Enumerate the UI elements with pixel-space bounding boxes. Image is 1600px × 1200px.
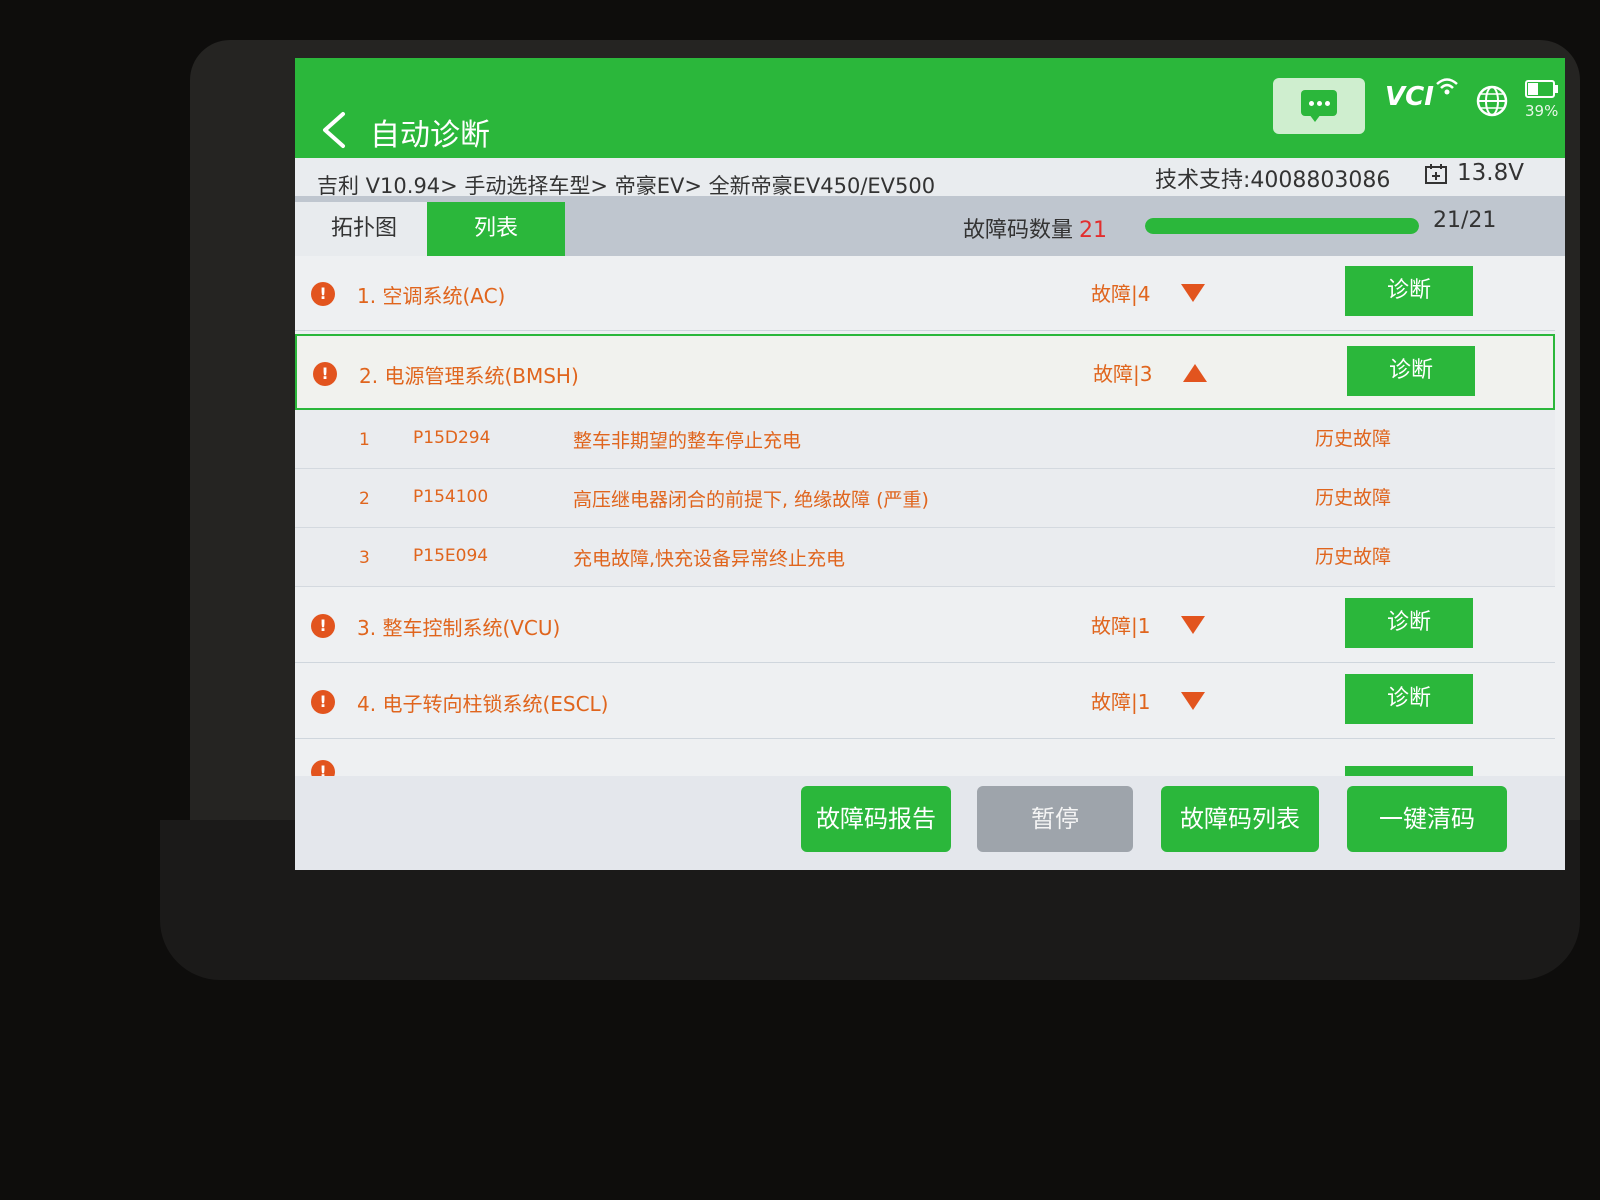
- system-row-bmsh[interactable]: ! 2. 电源管理系统(BMSH) 故障|3 诊断: [295, 334, 1555, 410]
- voltage-readout: 13.8V: [1457, 160, 1524, 186]
- system-name: 1. 空调系统(AC): [357, 284, 506, 308]
- diagnose-button-partial[interactable]: [1345, 766, 1473, 776]
- battery-percentage: 39%: [1525, 102, 1559, 120]
- expand-arrow-icon[interactable]: [1181, 282, 1205, 304]
- alert-icon: !: [311, 614, 335, 638]
- collapse-arrow-icon[interactable]: [1183, 362, 1207, 384]
- fault-count: 故障|4: [1091, 282, 1151, 306]
- system-row-ac[interactable]: ! 1. 空调系统(AC) 故障|4 诊断: [295, 256, 1555, 331]
- dtc-count-value: 21: [1079, 218, 1108, 243]
- system-row-partial[interactable]: !: [295, 740, 1555, 776]
- alert-icon: !: [311, 690, 335, 714]
- diagnose-button[interactable]: 诊断: [1347, 346, 1475, 396]
- dtc-row: 3 P15E094 充电故障,快充设备异常终止充电 历史故障: [295, 528, 1555, 587]
- alert-icon: !: [311, 282, 335, 306]
- dtc-count-label: 故障码数量: [963, 218, 1074, 243]
- dtc-row: 2 P154100 高压继电器闭合的前提下, 绝缘故障 (严重) 历史故障: [295, 469, 1555, 528]
- clear-codes-button[interactable]: 一键清码: [1347, 786, 1507, 852]
- dtc-list-button[interactable]: 故障码列表: [1161, 786, 1319, 852]
- system-name: 3. 整车控制系统(VCU): [357, 616, 561, 640]
- system-name: 4. 电子转向柱锁系统(ESCL): [357, 692, 609, 716]
- dtc-count: 故障码数量 21: [963, 212, 1107, 244]
- system-name: 2. 电源管理系统(BMSH): [359, 364, 579, 388]
- dtc-report-button[interactable]: 故障码报告: [801, 786, 951, 852]
- dtc-description: 高压继电器闭合的前提下, 绝缘故障 (严重): [573, 489, 929, 511]
- diagnose-button[interactable]: 诊断: [1345, 674, 1473, 724]
- vci-label: VCI: [1385, 82, 1434, 112]
- dtc-code: P15D294: [413, 428, 491, 448]
- diagnose-button[interactable]: 诊断: [1345, 598, 1473, 648]
- dtc-index: 2: [359, 489, 370, 509]
- system-row-escl[interactable]: ! 4. 电子转向柱锁系统(ESCL) 故障|1 诊断: [295, 664, 1555, 739]
- info-row: 吉利 V10.94> 手动选择车型> 帝豪EV> 全新帝豪EV450/EV500…: [295, 158, 1565, 198]
- fault-count: 故障|1: [1091, 614, 1151, 638]
- calendar-icon: [1425, 164, 1447, 184]
- expand-arrow-icon[interactable]: [1181, 690, 1205, 712]
- system-row-vcu[interactable]: ! 3. 整车控制系统(VCU) 故障|1 诊断: [295, 588, 1555, 663]
- battery-icon: [1525, 80, 1558, 98]
- wifi-icon: [1436, 78, 1458, 95]
- scan-progress-text: 21/21: [1433, 208, 1497, 233]
- fault-count: 故障|1: [1091, 690, 1151, 714]
- pause-button[interactable]: 暂停: [977, 786, 1133, 852]
- dtc-description: 充电故障,快充设备异常终止充电: [573, 548, 846, 570]
- tab-topology[interactable]: 拓扑图: [295, 202, 433, 256]
- alert-icon: !: [311, 760, 335, 776]
- action-bar: 故障码报告 暂停 故障码列表 一键清码: [295, 776, 1565, 870]
- message-button[interactable]: [1273, 78, 1365, 134]
- dtc-status: 历史故障: [1315, 428, 1392, 450]
- page-title: 自动诊断: [370, 118, 490, 153]
- globe-icon: [1476, 85, 1508, 117]
- dtc-row: 1 P15D294 整车非期望的整车停止充电 历史故障: [295, 410, 1555, 469]
- system-list: ! 1. 空调系统(AC) 故障|4 诊断 ! 2. 电源管理系统(BMSH) …: [295, 256, 1565, 776]
- dtc-index: 1: [359, 430, 370, 450]
- message-icon: [1301, 90, 1337, 116]
- back-icon[interactable]: [317, 110, 353, 150]
- scan-progress-fill: [1145, 218, 1419, 234]
- dtc-description: 整车非期望的整车停止充电: [573, 430, 802, 452]
- diagnose-button[interactable]: 诊断: [1345, 266, 1473, 316]
- expand-arrow-icon[interactable]: [1181, 614, 1205, 636]
- dtc-index: 3: [359, 548, 370, 568]
- dtc-code: P15E094: [413, 546, 489, 566]
- dtc-status: 历史故障: [1315, 546, 1392, 568]
- scan-progress-bar: [1145, 218, 1419, 234]
- support-phone: 技术支持:4008803086: [1155, 168, 1391, 193]
- dtc-status: 历史故障: [1315, 487, 1392, 509]
- fault-count: 故障|3: [1093, 362, 1153, 386]
- alert-icon: !: [313, 362, 337, 386]
- tab-list[interactable]: 列表: [427, 202, 565, 256]
- dtc-code: P154100: [413, 487, 489, 507]
- screen: 自动诊断 VCI 39% 吉利 V10.94> 手动选择车型> 帝豪EV> 全新…: [295, 58, 1565, 870]
- tab-row: 拓扑图 列表 故障码数量 21 21/21: [295, 196, 1565, 256]
- top-bar: 自动诊断 VCI 39%: [295, 58, 1565, 158]
